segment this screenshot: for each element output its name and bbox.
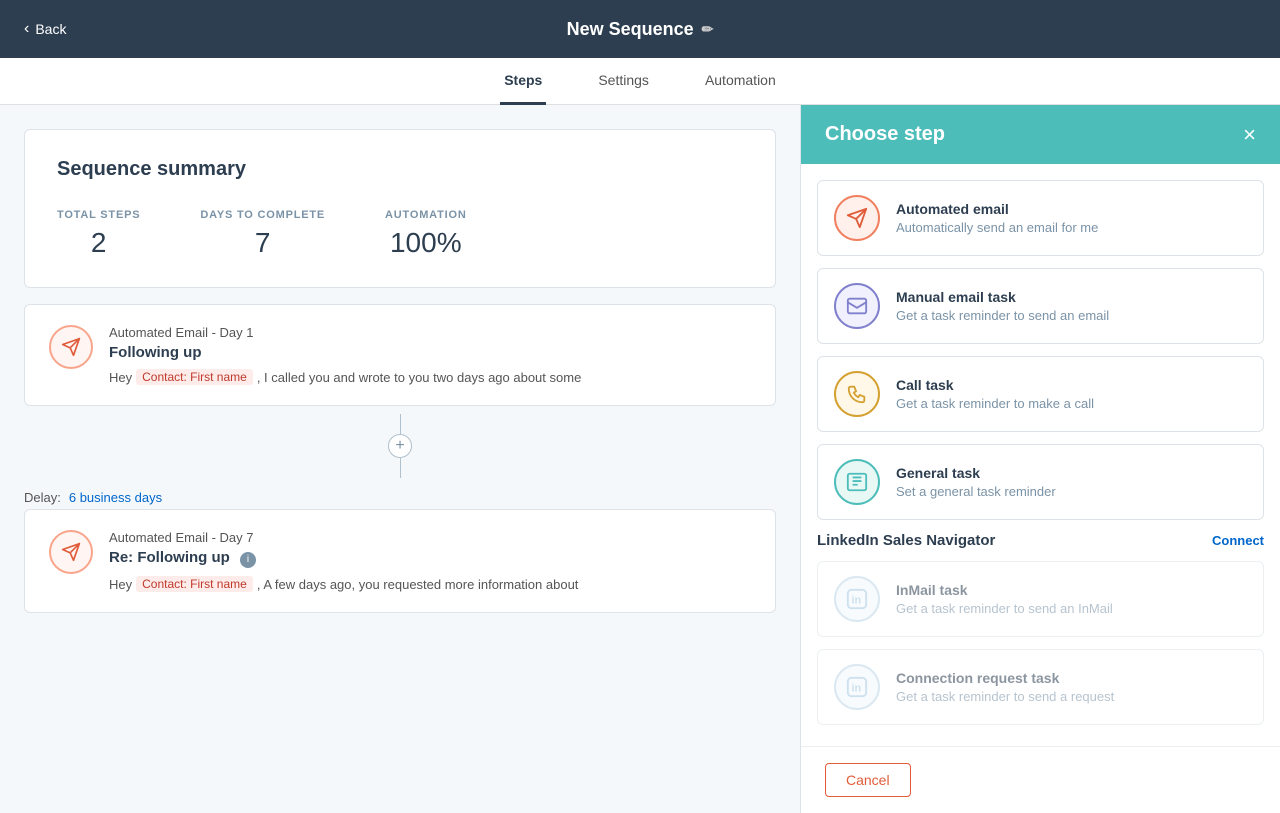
step-2-type: Automated Email - Day 7 [109, 530, 751, 545]
content-area: Sequence summary Total Steps 2 Days to C… [0, 105, 800, 813]
inmail-text: InMail task Get a task reminder to send … [896, 582, 1113, 616]
step-connector: + [24, 406, 776, 486]
linkedin-section-label: LinkedIn Sales Navigator [817, 532, 995, 549]
step-1-body-before: Hey [109, 370, 132, 385]
tabs-bar: Steps Settings Automation [0, 58, 1280, 105]
step-1-icon [49, 325, 93, 369]
step-1-subject: Following up [109, 344, 751, 361]
step-1-header: Automated Email - Day 1 Following up Hey… [49, 325, 751, 385]
step-1-content: Automated Email - Day 1 Following up Hey… [109, 325, 751, 385]
step-2-subject: Re: Following up i [109, 549, 751, 568]
tab-settings[interactable]: Settings [594, 58, 653, 105]
right-panel: Choose step × Automated email Automatica… [800, 105, 1280, 813]
option-automated-email[interactable]: Automated email Automatically send an em… [817, 180, 1264, 256]
summary-card: Sequence summary Total Steps 2 Days to C… [24, 129, 776, 288]
automated-email-text: Automated email Automatically send an em… [896, 201, 1098, 235]
connection-request-title: Connection request task [896, 670, 1114, 686]
stat-days-label: Days to Complete [200, 209, 325, 221]
general-task-desc: Set a general task reminder [896, 484, 1056, 499]
step-2-body: Hey Contact: First name , A few days ago… [109, 576, 751, 592]
stat-total-steps-value: 2 [57, 227, 140, 259]
connection-request-text: Connection request task Get a task remin… [896, 670, 1114, 704]
connector-line-bottom [400, 458, 401, 478]
manual-email-desc: Get a task reminder to send an email [896, 308, 1109, 323]
stat-automation-value: 100% [385, 227, 467, 259]
call-task-title: Call task [896, 377, 1094, 393]
back-button[interactable]: ‹ Back [24, 20, 66, 38]
connection-request-icon: in [834, 664, 880, 710]
option-connection-request: in Connection request task Get a task re… [817, 649, 1264, 725]
call-task-text: Call task Get a task reminder to make a … [896, 377, 1094, 411]
option-general-task[interactable]: General task Set a general task reminder [817, 444, 1264, 520]
edit-icon[interactable]: ✏ [702, 21, 714, 38]
option-inmail: in InMail task Get a task reminder to se… [817, 561, 1264, 637]
delay-label: Delay: [24, 490, 61, 505]
step-2-body-before: Hey [109, 577, 132, 592]
stat-total-steps-label: Total Steps [57, 209, 140, 221]
delay-value[interactable]: 6 business days [69, 490, 162, 505]
general-task-text: General task Set a general task reminder [896, 465, 1056, 499]
step-2-icon [49, 530, 93, 574]
top-navigation: ‹ Back New Sequence ✏ [0, 0, 1280, 58]
summary-title: Sequence summary [57, 158, 743, 181]
panel-footer: Cancel [801, 746, 1280, 813]
manual-email-icon [834, 283, 880, 329]
step-1-type: Automated Email - Day 1 [109, 325, 751, 340]
add-step-button[interactable]: + [388, 434, 412, 458]
cancel-button[interactable]: Cancel [825, 763, 911, 797]
general-task-icon [834, 459, 880, 505]
call-task-icon [834, 371, 880, 417]
step-2-header: Automated Email - Day 7 Re: Following up… [49, 530, 751, 592]
svg-text:in: in [852, 683, 862, 695]
step-1-token: Contact: First name [136, 369, 253, 385]
call-task-desc: Get a task reminder to make a call [896, 396, 1094, 411]
connector-line-top [400, 414, 401, 434]
general-task-title: General task [896, 465, 1056, 481]
option-manual-email[interactable]: Manual email task Get a task reminder to… [817, 268, 1264, 344]
back-label: Back [35, 21, 66, 37]
stat-automation-label: Automation [385, 209, 467, 221]
step-2-token: Contact: First name [136, 576, 253, 592]
linkedin-connect-button[interactable]: Connect [1212, 533, 1264, 548]
stat-days-value: 7 [200, 227, 325, 259]
sequence-title-container: New Sequence ✏ [567, 19, 714, 40]
connection-request-desc: Get a task reminder to send a request [896, 689, 1114, 704]
linkedin-section-header: LinkedIn Sales Navigator Connect [817, 532, 1264, 549]
inmail-icon: in [834, 576, 880, 622]
inmail-desc: Get a task reminder to send an InMail [896, 601, 1113, 616]
panel-close-button[interactable]: × [1243, 124, 1256, 146]
panel-header: Choose step × [801, 105, 1280, 164]
step-1-body-after: , I called you and wrote to you two days… [257, 370, 581, 385]
automated-email-title: Automated email [896, 201, 1098, 217]
sequence-title: New Sequence [567, 19, 694, 40]
manual-email-text: Manual email task Get a task reminder to… [896, 289, 1109, 323]
stat-days-to-complete: Days to Complete 7 [200, 209, 325, 259]
tab-steps[interactable]: Steps [500, 58, 546, 105]
delay-row: Delay: 6 business days [24, 486, 776, 509]
inmail-title: InMail task [896, 582, 1113, 598]
manual-email-title: Manual email task [896, 289, 1109, 305]
automated-email-desc: Automatically send an email for me [896, 220, 1098, 235]
summary-stats: Total Steps 2 Days to Complete 7 Automat… [57, 209, 743, 259]
automated-email-icon [834, 195, 880, 241]
stat-total-steps: Total Steps 2 [57, 209, 140, 259]
svg-text:in: in [852, 595, 862, 607]
panel-body: Automated email Automatically send an em… [801, 164, 1280, 746]
chevron-left-icon: ‹ [24, 20, 29, 38]
panel-title: Choose step [825, 123, 945, 146]
stat-automation: Automation 100% [385, 209, 467, 259]
step-card-1: Automated Email - Day 1 Following up Hey… [24, 304, 776, 406]
step-1-body: Hey Contact: First name , I called you a… [109, 369, 751, 385]
step-2-body-after: , A few days ago, you requested more inf… [257, 577, 579, 592]
step-2-content: Automated Email - Day 7 Re: Following up… [109, 530, 751, 592]
main-layout: Sequence summary Total Steps 2 Days to C… [0, 105, 1280, 813]
tab-automation[interactable]: Automation [701, 58, 780, 105]
option-call-task[interactable]: Call task Get a task reminder to make a … [817, 356, 1264, 432]
step-card-2: Automated Email - Day 7 Re: Following up… [24, 509, 776, 613]
info-icon: i [240, 552, 256, 568]
